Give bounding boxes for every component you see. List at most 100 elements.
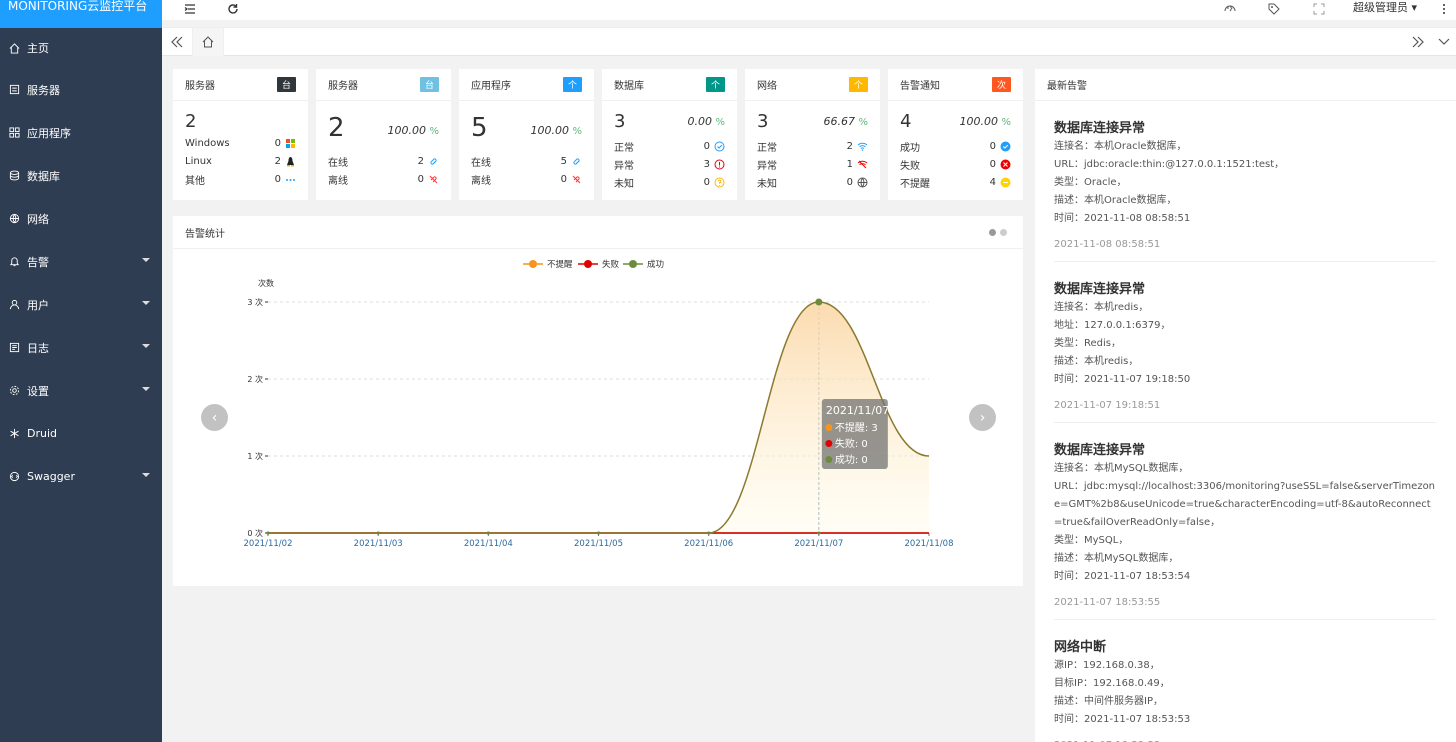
- alarm-time: 2021-11-07 18:53:55: [1054, 597, 1161, 608]
- carousel-dot[interactable]: [1000, 229, 1007, 236]
- card-percent: 0.00 %: [687, 115, 725, 128]
- alarm-item[interactable]: 数据库连接异常 连接名：本机Oracle数据库， URL：jdbc:oracle:t…: [1054, 101, 1436, 262]
- sidebar-item-label: 用户: [27, 298, 49, 312]
- alarm-detail-line: 描述：本机Oracle数据库，: [1054, 195, 1177, 206]
- x-tick-label: 2021/11/02: [244, 539, 293, 549]
- legend-marker: [529, 260, 537, 268]
- card-row: Windows 0: [185, 135, 296, 151]
- check-circle-icon: [714, 141, 725, 152]
- alarm-detail-line: 类型：Redis，: [1054, 338, 1121, 349]
- sidebar-item-10[interactable]: Druid: [0, 412, 162, 455]
- tooltip-title: 2021/11/07: [826, 404, 889, 417]
- tab-scroll-right-icon[interactable]: [1411, 36, 1425, 48]
- row-value: 4: [989, 176, 996, 188]
- percent-value: 0.00: [687, 115, 712, 128]
- refresh-icon[interactable]: [226, 2, 240, 16]
- y-axis-label: 次数: [258, 278, 274, 288]
- brand-logo[interactable]: MONITORING云监控平台: [0, 0, 162, 28]
- tab-menu-icon[interactable]: [1437, 37, 1451, 47]
- row-value: 1: [846, 158, 853, 170]
- more-dots-icon: [285, 174, 296, 185]
- alarm-detail-line: 地址：127.0.0.1:6379，: [1054, 320, 1171, 331]
- card-title: 网络: [757, 81, 777, 92]
- alarm-item[interactable]: 数据库连接异常连接名：本机redis， 地址：127.0.0.1:6379， 类型：…: [1054, 262, 1436, 423]
- card-row: 异常 3: [614, 156, 725, 172]
- y-tick-label: 1 次: [247, 451, 263, 461]
- alarm-title: 数据库连接异常: [1054, 121, 1146, 136]
- alarm-item[interactable]: 网络中断 源IP：192.168.0.38， 目标IP：192.168.0.49， 描…: [1054, 620, 1436, 742]
- card-percent: 100.00 %: [959, 115, 1011, 128]
- row-value: 0: [989, 140, 996, 152]
- alarm-time: 2021-11-07 19:18:51: [1054, 400, 1161, 411]
- menu-fold-icon[interactable]: [183, 2, 197, 16]
- tooltip-line: 失败: 0: [835, 437, 868, 450]
- card-badge: 台: [420, 77, 439, 92]
- sidebar-item-4[interactable]: 数据库: [0, 154, 162, 197]
- percent-unit: %: [1001, 117, 1011, 128]
- user-name: 超级管理员: [1353, 1, 1408, 14]
- swagger-icon: [8, 471, 20, 483]
- user-menu[interactable]: 超级管理员 ▾: [1353, 0, 1417, 15]
- sidebar-item-9[interactable]: 设置: [0, 369, 162, 412]
- row-label: 异常: [757, 160, 777, 172]
- caret-down-icon: [142, 257, 150, 262]
- carousel-dots[interactable]: [989, 229, 1007, 236]
- sidebar-item-label: 日志: [27, 341, 49, 355]
- card-badge: 个: [706, 77, 725, 92]
- alarm-line-chart: 0 次 1 次 2 次 3 次 次数 2021/11/02 2021/11/03 2021/1…: [244, 259, 954, 549]
- row-label: 正常: [757, 142, 777, 154]
- row-value: 2: [417, 155, 424, 167]
- sidebar-item-11[interactable]: Swagger: [0, 455, 162, 498]
- sidebar-item-3[interactable]: 应用程序: [0, 111, 162, 154]
- card-badge: 个: [849, 77, 868, 92]
- stat-card: 数据库 个 3 0.00 % 正常 0 异常 3 未知 0: [602, 69, 737, 200]
- card-badge: 次: [992, 77, 1011, 92]
- y-tick-label: 2 次: [247, 374, 263, 384]
- sidebar-item-5[interactable]: 网络: [0, 197, 162, 240]
- card-percent: 66.67 %: [823, 115, 868, 128]
- card-row: Linux 2: [185, 153, 296, 169]
- sidebar-item-2[interactable]: 服务器: [0, 68, 162, 111]
- tag-icon[interactable]: [1267, 2, 1281, 16]
- x-tick-label: 2021/11/06: [684, 539, 733, 549]
- sidebar-item-7[interactable]: 用户: [0, 283, 162, 326]
- tab-home[interactable]: [192, 28, 224, 56]
- sidebar-item-6[interactable]: 告警: [0, 240, 162, 283]
- tab-scroll-left-icon[interactable]: [170, 36, 184, 48]
- sidebar-item-8[interactable]: 日志: [0, 326, 162, 369]
- row-value: 0: [989, 158, 996, 170]
- alarm-detail-line: 连接名：本机MySQL数据库，: [1054, 463, 1189, 474]
- card-title: 服务器: [328, 81, 358, 92]
- carousel-next-button[interactable]: ›: [969, 404, 996, 431]
- sidebar-item-label: 服务器: [27, 83, 60, 97]
- card-title: 告警通知: [900, 81, 940, 92]
- carousel-dot[interactable]: [989, 229, 996, 236]
- percent-unit: %: [572, 126, 582, 137]
- chart-panel-title: 告警统计: [185, 228, 225, 240]
- card-total: 2: [328, 113, 345, 143]
- caret-down-icon: [142, 386, 150, 391]
- theme-icon[interactable]: [1223, 2, 1237, 16]
- sidebar-item-label: 网络: [27, 212, 49, 226]
- alarm-detail-line: 连接名：本机redis，: [1054, 302, 1149, 313]
- windows-icon: [285, 138, 296, 149]
- alarm-detail-line: 描述：中间件服务器IP，: [1054, 696, 1163, 707]
- top-header: 超级管理员 ▾: [162, 0, 1456, 20]
- more-icon[interactable]: [1437, 2, 1451, 16]
- caret-down-icon: [142, 300, 150, 305]
- fullscreen-icon[interactable]: [1312, 2, 1326, 16]
- carousel-prev-button[interactable]: ‹: [201, 404, 228, 431]
- card-total: 4: [900, 111, 912, 132]
- legend-label: 失败: [602, 259, 620, 270]
- sidebar-item-label: Druid: [27, 427, 58, 440]
- sidebar-item-1[interactable]: 主页: [0, 28, 162, 68]
- network-icon: [8, 213, 20, 225]
- row-label: 未知: [757, 178, 777, 190]
- card-row: 未知 0: [614, 174, 725, 190]
- alarm-statistics-panel: 告警统计 0 次 1 次 2 次 3 次 次数 2021/11/02 2021/11/03 2…: [173, 216, 1023, 586]
- alarm-item[interactable]: 数据库连接异常 连接名：本机MySQL数据库， URL：jdbc:mysql://l…: [1054, 423, 1436, 620]
- mute-icon: [1000, 177, 1011, 188]
- sidebar-item-label: 设置: [27, 384, 49, 398]
- check-circle-icon: [857, 141, 868, 152]
- alarm-title: 数据库连接异常: [1054, 282, 1146, 297]
